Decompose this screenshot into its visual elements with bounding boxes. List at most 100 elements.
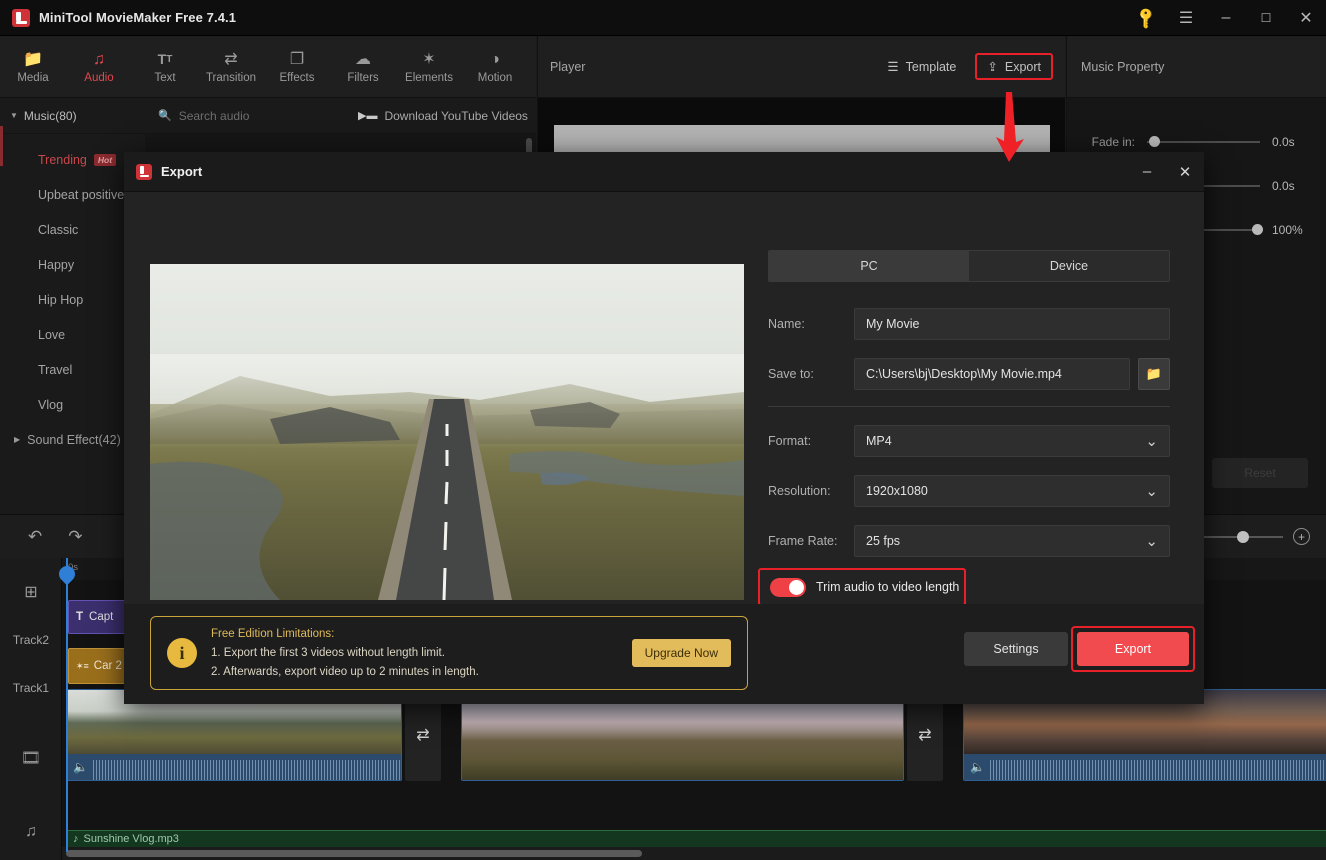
tab-device[interactable]: Device bbox=[969, 251, 1169, 281]
timeline-audio-clip[interactable]: ♪ Sunshine Vlog.mp3 bbox=[66, 830, 1326, 848]
close-icon: ✕ bbox=[1178, 163, 1192, 181]
ribbon-item-audio[interactable]: ♫ Audio bbox=[66, 36, 132, 97]
chevron-down-icon: ⌄ bbox=[1145, 483, 1158, 500]
filters-drop-icon: ☁ bbox=[355, 50, 371, 68]
ribbon-item-media[interactable]: 📁 Media bbox=[0, 36, 66, 97]
search-input[interactable]: 🔍 Search audio bbox=[158, 109, 358, 123]
property-panel-header: Music Property bbox=[1066, 36, 1326, 98]
export-target-tabs: PC Device bbox=[768, 250, 1170, 282]
slider-knob[interactable] bbox=[1252, 224, 1264, 235]
transition-arrows-icon: ⇄ bbox=[416, 727, 430, 744]
frame-rate-value: 25 fps bbox=[866, 534, 901, 548]
ribbon-item-filters[interactable]: ☁ Filters bbox=[330, 36, 396, 97]
menu-button[interactable]: ☰ bbox=[1166, 0, 1206, 36]
waveform bbox=[93, 760, 401, 780]
text-icon: T bbox=[76, 611, 84, 623]
ribbon-label: Text bbox=[154, 71, 176, 84]
download-youtube-label: Download YouTube Videos bbox=[384, 108, 528, 123]
settings-button[interactable]: Settings bbox=[964, 632, 1068, 666]
waveform bbox=[990, 760, 1326, 780]
category-label: Sound Effect(42) bbox=[27, 432, 121, 447]
hot-badge: Hot bbox=[93, 153, 117, 166]
license-key-button[interactable]: 🔑 bbox=[1126, 0, 1166, 36]
key-icon: 🔑 bbox=[1133, 5, 1159, 31]
format-value: MP4 bbox=[866, 434, 892, 448]
speaker-icon[interactable]: 🔈 bbox=[73, 760, 88, 774]
slider-knob[interactable] bbox=[1237, 530, 1249, 543]
fade-in-slider[interactable] bbox=[1147, 134, 1260, 150]
chevron-down-icon: ⌄ bbox=[1145, 433, 1158, 450]
export-dialog-minimize-button[interactable]: – bbox=[1128, 152, 1166, 192]
save-to-input[interactable]: C:\Users\bj\Desktop\My Movie.mp4 bbox=[854, 358, 1130, 390]
frame-rate-select[interactable]: 25 fps ⌄ bbox=[854, 525, 1170, 557]
info-icon: i bbox=[167, 638, 197, 668]
export-form: PC Device Name: My Movie Save to: C:\Use… bbox=[768, 250, 1170, 557]
ribbon-item-transition[interactable]: ⇄ Transition bbox=[198, 36, 264, 97]
trim-audio-toggle[interactable] bbox=[770, 577, 806, 597]
ribbon-label: Elements bbox=[405, 71, 453, 84]
format-select[interactable]: MP4 ⌄ bbox=[854, 425, 1170, 457]
field-row-resolution: Resolution: 1920x1080 ⌄ bbox=[768, 475, 1170, 507]
motion-circle-icon: ◑ bbox=[490, 50, 500, 68]
export-button[interactable]: ⇪ Export bbox=[975, 53, 1053, 80]
tool-ribbon: 📁 Media ♫ Audio TT Text ⇄ Transition ❐ E… bbox=[0, 36, 536, 98]
library-category-label: Music(80) bbox=[23, 108, 77, 123]
fade-in-label: Fade in: bbox=[1091, 135, 1135, 149]
library-category-toggle[interactable]: ▼ Music(80) bbox=[10, 109, 150, 123]
upgrade-now-button[interactable]: Upgrade Now bbox=[631, 639, 731, 667]
film-strip-icon: 🎞 bbox=[20, 750, 42, 767]
trim-audio-label: Trim audio to video length bbox=[816, 580, 960, 594]
ribbon-item-motion[interactable]: ◑ Motion bbox=[462, 36, 528, 97]
ribbon-label: Motion bbox=[477, 71, 513, 84]
export-dialog: Export – ✕ PC Device Name: My Movie Save… bbox=[124, 152, 1204, 704]
name-input[interactable]: My Movie bbox=[854, 308, 1170, 340]
ribbon-label: Media bbox=[17, 71, 49, 84]
export-preview-image bbox=[150, 264, 744, 600]
export-dialog-close-button[interactable]: ✕ bbox=[1166, 152, 1204, 192]
close-icon: ✕ bbox=[1299, 9, 1313, 27]
notice-line-1: 1. Export the first 3 videos without len… bbox=[211, 646, 445, 659]
ribbon-item-effects[interactable]: ❐ Effects bbox=[264, 36, 330, 97]
app-logo-icon bbox=[136, 163, 152, 180]
ribbon-item-text[interactable]: TT Text bbox=[132, 36, 198, 97]
close-button[interactable]: ✕ bbox=[1286, 0, 1326, 36]
music-note-icon: ♪ bbox=[73, 833, 79, 845]
zoom-in-button[interactable]: + bbox=[1293, 528, 1310, 545]
music-note-icon: ♫ bbox=[93, 50, 105, 68]
reset-button[interactable]: Reset bbox=[1212, 458, 1308, 488]
redo-arrow-icon[interactable]: ↷ bbox=[68, 527, 82, 547]
browse-folder-button[interactable]: 📁 bbox=[1138, 358, 1170, 390]
export-confirm-button[interactable]: Export bbox=[1077, 632, 1189, 666]
clip-audio-strip: 🔈 bbox=[67, 754, 401, 780]
speaker-icon[interactable]: 🔈 bbox=[970, 760, 985, 774]
field-row-name: Name: My Movie bbox=[768, 308, 1170, 340]
export-confirm-highlight: Export bbox=[1071, 626, 1195, 672]
download-youtube-button[interactable]: ▶▬ Download YouTube Videos bbox=[358, 109, 528, 123]
playhead[interactable] bbox=[55, 558, 79, 852]
resolution-select[interactable]: 1920x1080 ⌄ bbox=[854, 475, 1170, 507]
player-header: Player ☰ Template ⇪ Export bbox=[537, 36, 1065, 98]
timeline-horizontal-scrollbar[interactable] bbox=[66, 850, 642, 857]
minimize-button[interactable]: – bbox=[1206, 0, 1246, 36]
notice-line-2: 2. Afterwards, export video up to 2 minu… bbox=[211, 665, 479, 678]
ribbon-item-elements[interactable]: ✶ Elements bbox=[396, 36, 462, 97]
maximize-button[interactable]: ☐ bbox=[1246, 0, 1286, 36]
tab-pc[interactable]: PC bbox=[769, 251, 969, 281]
slider-knob[interactable] bbox=[1149, 136, 1161, 147]
notice-heading: Free Edition Limitations: bbox=[211, 627, 335, 640]
search-placeholder: Search audio bbox=[178, 108, 250, 123]
template-button[interactable]: ☰ Template bbox=[878, 53, 965, 80]
clip-label: Capt bbox=[89, 611, 114, 623]
undo-arrow-icon[interactable]: ↶ bbox=[28, 527, 42, 547]
preview-artwork bbox=[150, 264, 744, 600]
frame-rate-label: Frame Rate: bbox=[768, 534, 838, 548]
trim-audio-toggle-group[interactable]: Trim audio to video length bbox=[758, 568, 966, 606]
export-dialog-footer: i Free Edition Limitations: 1. Export th… bbox=[124, 604, 1204, 704]
maximize-icon: ☐ bbox=[1260, 10, 1272, 25]
effects-square-icon: ❐ bbox=[289, 50, 305, 68]
transition-arrows-icon: ⇄ bbox=[918, 727, 932, 744]
app-title: MiniTool MovieMaker Free 7.4.1 bbox=[39, 10, 237, 25]
category-accent-bar bbox=[0, 126, 3, 166]
add-media-icon[interactable]: ⊞ bbox=[0, 568, 62, 616]
window-controls: 🔑 ☰ – ☐ ✕ bbox=[1126, 0, 1326, 35]
